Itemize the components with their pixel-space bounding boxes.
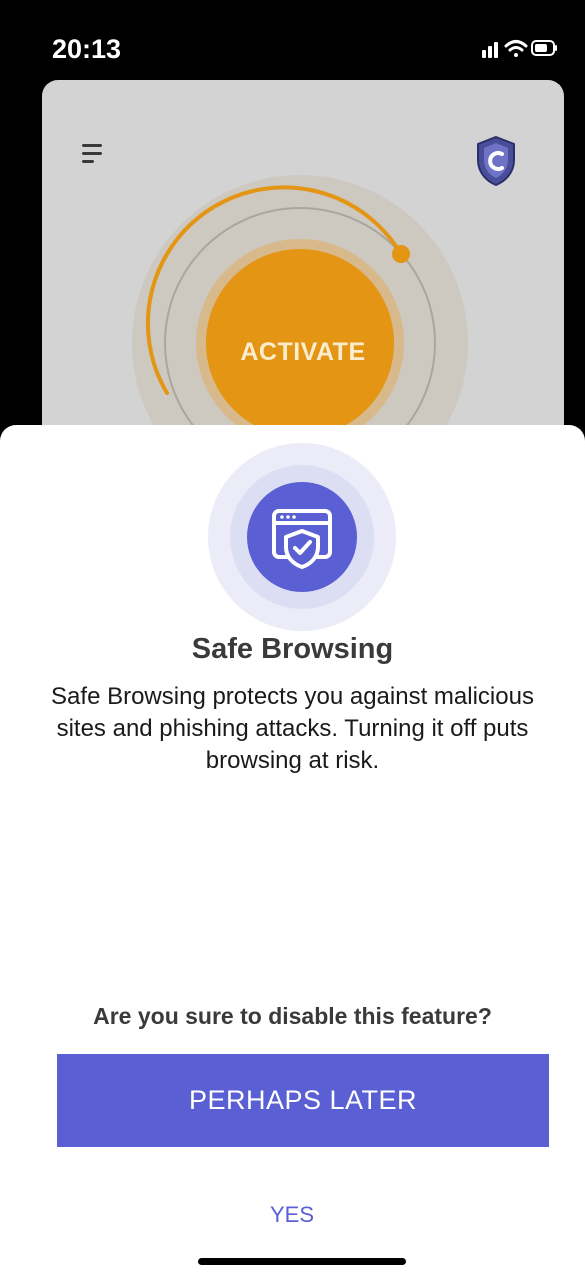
sheet-description: Safe Browsing protects you against malic… [51, 683, 534, 774]
shield-c-logo-icon [477, 135, 515, 187]
sheet-title: Safe Browsing [191, 633, 394, 665]
status-bar: 20:13 [0, 0, 585, 80]
status-time: 20:13 [52, 34, 122, 64]
yes-button[interactable]: YES [242, 1197, 342, 1233]
hamburger-menu-icon[interactable] [82, 144, 104, 170]
home-indicator[interactable] [198, 1258, 406, 1265]
browser-shield-check-icon [208, 443, 396, 631]
battery-icon [531, 40, 557, 56]
confirmation-question: Are you sure to disable this feature? [93, 1003, 492, 1029]
activate-label: ACTIVATE [240, 338, 366, 366]
safe-browsing-bottom-sheet: Safe Browsing Safe Browsing protects you… [0, 425, 585, 1272]
status-icons [482, 40, 557, 58]
cellular-signal-icon [482, 42, 498, 58]
perhaps-later-button[interactable]: PERHAPS LATER [57, 1054, 549, 1147]
wifi-icon [504, 40, 528, 57]
